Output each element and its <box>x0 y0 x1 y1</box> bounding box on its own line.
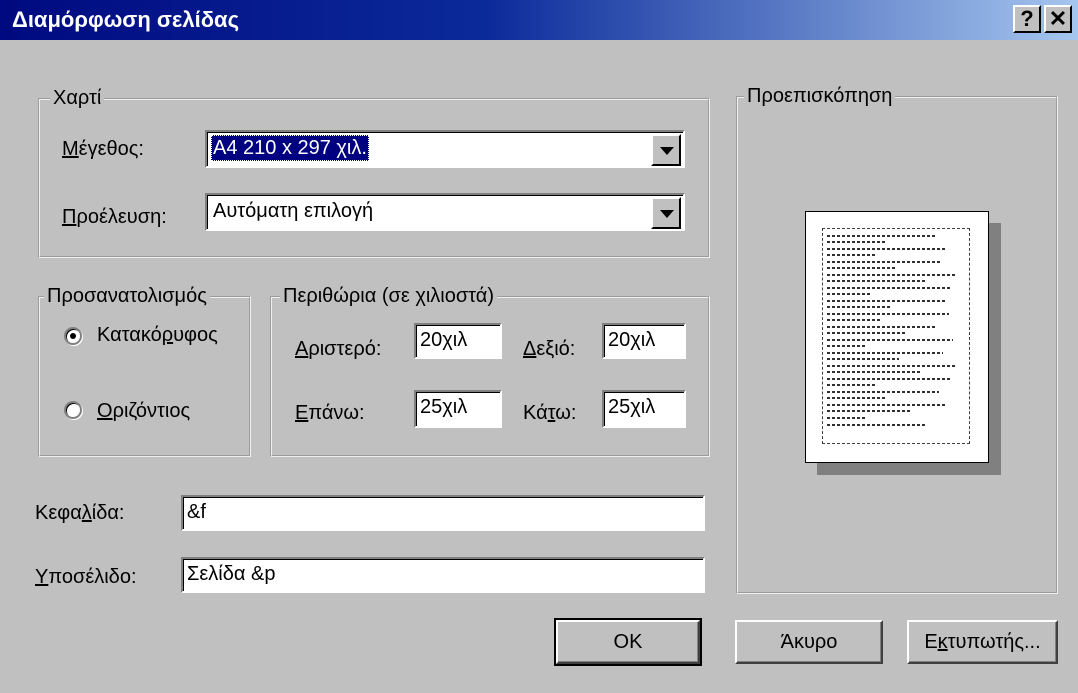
text-line <box>827 267 897 269</box>
text-line <box>827 352 943 354</box>
cancel-button[interactable]: Άκυρο <box>735 620 883 664</box>
ok-button[interactable]: OK <box>554 618 702 666</box>
paper-size-value: A4 210 x 297 χιλ. <box>211 135 369 161</box>
text-line <box>827 261 942 263</box>
portrait-radio[interactable] <box>64 327 82 345</box>
margins-group: Περιθώρια (σε χιλιοστά) <box>270 285 710 457</box>
text-line <box>827 241 887 243</box>
text-line <box>827 417 867 419</box>
footer-input[interactable]: Σελίδα &p <box>181 557 705 593</box>
text-line <box>827 365 957 367</box>
text-line <box>827 391 939 393</box>
title-bar[interactable]: Διαμόρφωση σελίδας ? ✕ <box>0 0 1078 40</box>
bottom-margin-input[interactable]: 25χιλ <box>602 390 686 428</box>
text-line <box>827 332 907 334</box>
chevron-down-icon[interactable] <box>651 134 681 166</box>
left-margin-label: Αριστερό: <box>295 338 382 360</box>
paper-source-value: Αυτόματη επιλογή <box>213 200 374 222</box>
text-line <box>827 300 945 302</box>
text-line <box>827 358 899 360</box>
close-button[interactable]: ✕ <box>1044 5 1072 33</box>
margins-legend: Περιθώρια (σε χιλιοστά) <box>280 285 498 307</box>
text-line <box>827 378 951 380</box>
bottom-margin-label: Κάτω: <box>523 402 577 424</box>
page-setup-dialog: Διαμόρφωση σελίδας ? ✕ Χαρτί Μέγεθος: A4… <box>0 0 1078 693</box>
right-margin-label: Δεξιό: <box>523 338 576 360</box>
text-line <box>827 274 957 276</box>
printer-button[interactable]: Εκτυπωτής... <box>907 620 1058 664</box>
text-line <box>827 326 937 328</box>
text-line <box>827 306 892 308</box>
text-line <box>827 235 937 237</box>
text-line <box>827 280 927 282</box>
orientation-legend: Προσανατολισμός <box>44 285 210 307</box>
paper-size-select[interactable]: A4 210 x 297 χιλ. <box>205 130 685 168</box>
text-line <box>827 339 953 341</box>
header-label: Κεφαλίδα: <box>35 502 125 524</box>
text-line <box>827 404 945 406</box>
preview-legend: Προεπισκόπηση <box>744 85 896 107</box>
text-line <box>827 345 867 347</box>
page-margin-outline <box>822 228 970 444</box>
top-margin-label: Επάνω: <box>295 402 365 424</box>
window-title: Διαμόρφωση σελίδας <box>12 7 240 32</box>
landscape-label[interactable]: Οριζόντιος <box>97 399 190 423</box>
paper-legend: Χαρτί <box>50 87 105 109</box>
header-input[interactable]: &f <box>181 495 705 531</box>
orientation-group: Προσανατολισμός <box>38 285 251 457</box>
portrait-label[interactable]: Κατακόρυφος <box>97 323 218 347</box>
text-line <box>827 254 877 256</box>
text-line <box>827 424 927 426</box>
chevron-down-icon[interactable] <box>651 197 681 229</box>
text-line <box>827 410 912 412</box>
text-line <box>827 384 877 386</box>
text-line <box>827 397 887 399</box>
footer-label: Υποσέλιδο: <box>35 566 137 588</box>
text-line <box>827 287 952 289</box>
text-line <box>827 371 922 373</box>
text-line <box>827 293 872 295</box>
help-button[interactable]: ? <box>1013 5 1041 33</box>
top-margin-input[interactable]: 25χιλ <box>414 390 502 428</box>
paper-source-select[interactable]: Αυτόματη επιλογή <box>205 193 685 231</box>
left-margin-input[interactable]: 20χιλ <box>414 323 502 359</box>
right-margin-input[interactable]: 20χιλ <box>602 323 686 359</box>
size-label: Μέγεθος: <box>62 138 144 160</box>
text-line <box>827 313 949 315</box>
page-preview <box>805 211 989 463</box>
landscape-radio[interactable] <box>64 401 82 419</box>
source-label: Προέλευση: <box>62 206 167 228</box>
text-line <box>827 319 882 321</box>
text-line <box>827 248 947 250</box>
paper-group: Χαρτί <box>38 87 710 258</box>
